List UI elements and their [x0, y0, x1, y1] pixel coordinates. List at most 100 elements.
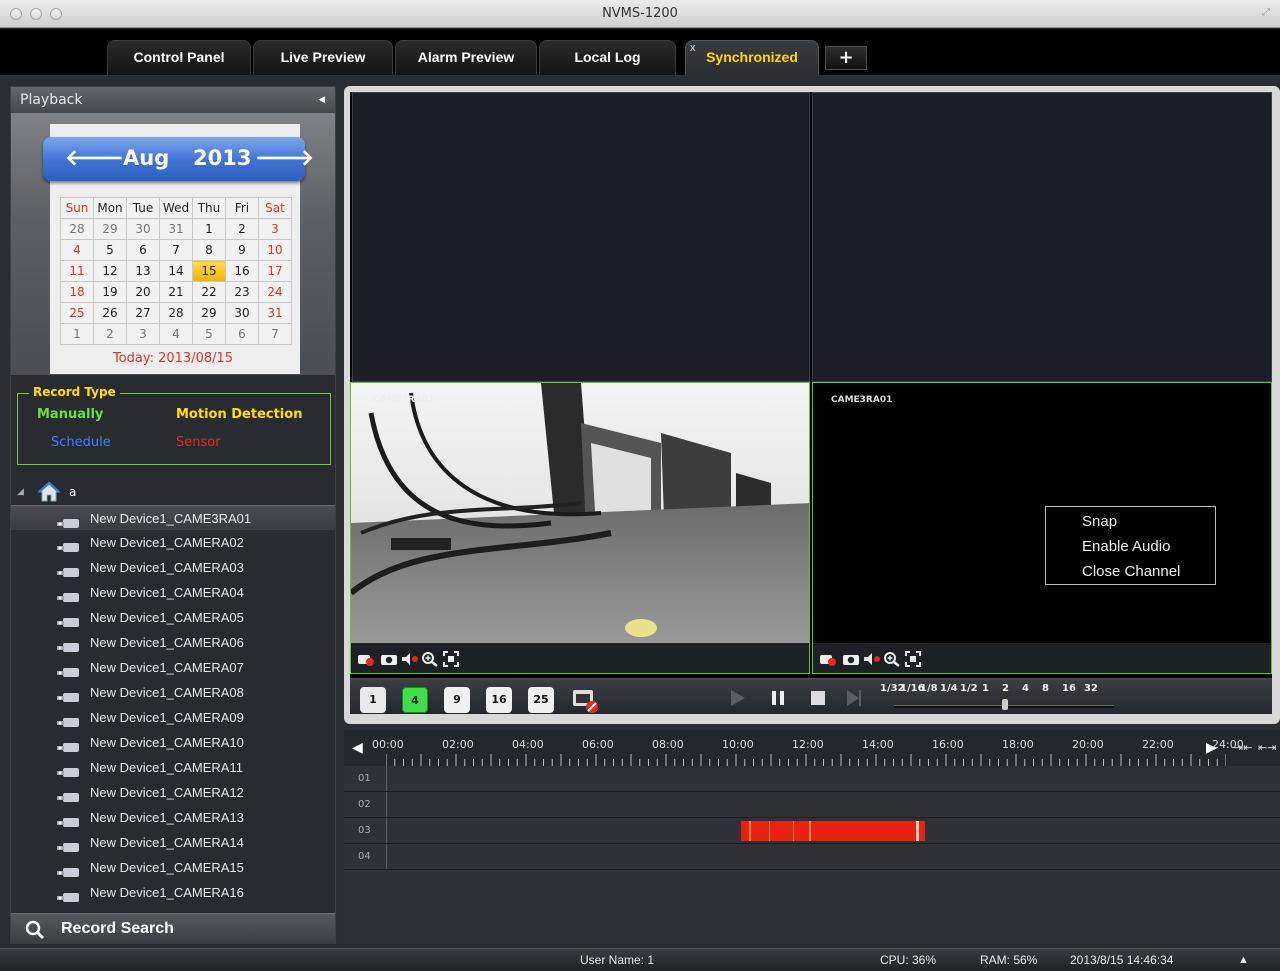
device-list-item[interactable]: New Device1_CAMERA06 — [11, 630, 335, 655]
layout-25-button[interactable]: 25 — [528, 687, 554, 713]
tab-synchronized[interactable]: x Synchronized — [685, 40, 819, 75]
speed-label[interactable]: 8 — [1042, 683, 1049, 694]
device-list-item[interactable]: New Device1_CAMERA04 — [11, 580, 335, 605]
pause-icon[interactable] — [770, 689, 786, 711]
calendar-day[interactable]: 30 — [225, 302, 259, 324]
close-all-channels-icon[interactable] — [570, 687, 598, 713]
device-list-item[interactable]: New Device1_CAMERA10 — [11, 730, 335, 755]
speed-label[interactable]: 2 — [1002, 683, 1009, 694]
device-list-item[interactable]: New Device1_CAMERA05 — [11, 605, 335, 630]
timeline-track[interactable] — [386, 766, 1280, 791]
speed-label[interactable]: 16 — [1062, 683, 1076, 694]
calendar-day[interactable]: 18 — [60, 281, 94, 303]
device-tree-root[interactable]: ◢ a — [11, 481, 335, 505]
calendar-day[interactable]: 13 — [126, 260, 160, 282]
speed-label[interactable]: 32 — [1084, 683, 1098, 694]
stop-icon[interactable] — [810, 690, 826, 710]
layout-16-button[interactable]: 16 — [486, 687, 512, 713]
collapse-left-icon[interactable]: ◀ — [318, 87, 325, 113]
speed-label[interactable]: 4 — [1022, 683, 1029, 694]
calendar-day[interactable]: 21 — [159, 281, 193, 303]
audio-mute-icon[interactable] — [401, 651, 419, 670]
timeline-axis[interactable]: ◀ 00:00 02:00 04:00 06:00 08:00 10:00 12:00 14:… — [344, 730, 1280, 766]
layout-4-button[interactable]: 4 — [402, 687, 428, 713]
speed-label[interactable]: 1/4 — [940, 683, 958, 694]
timeline-track[interactable] — [386, 792, 1280, 817]
device-list-item[interactable]: New Device1_CAMERA16 — [11, 880, 335, 905]
calendar-day[interactable]: 17 — [258, 260, 292, 282]
device-list-item[interactable]: New Device1_CAMERA14 — [11, 830, 335, 855]
close-tab-icon[interactable]: x — [690, 32, 696, 64]
record-off-icon[interactable] — [357, 651, 375, 670]
zoom-in-timeline-icon[interactable]: ⇥⇤ — [1234, 741, 1252, 754]
zoom-icon[interactable] — [421, 651, 439, 671]
calendar-day[interactable]: 25 — [60, 302, 94, 324]
calendar-day[interactable]: 23 — [225, 281, 259, 303]
speed-label[interactable]: 1/8 — [920, 683, 938, 694]
calendar-day[interactable]: 8 — [192, 239, 226, 261]
calendar-day[interactable]: 16 — [225, 260, 259, 282]
device-list-item[interactable]: New Device1_CAMERA11 — [11, 755, 335, 780]
snapshot-icon[interactable] — [842, 651, 860, 670]
calendar-day[interactable]: 31 — [258, 302, 292, 324]
tab-alarm-preview[interactable]: Alarm Preview — [395, 40, 537, 75]
calendar-day[interactable]: 7 — [258, 323, 292, 345]
calendar-day[interactable]: 1 — [60, 323, 94, 345]
calendar-day[interactable]: 15 — [192, 260, 226, 282]
calendar-day[interactable]: 5 — [192, 323, 226, 345]
fullscreen-cell-icon[interactable] — [443, 651, 459, 671]
video-cell-2[interactable] — [812, 92, 1272, 382]
timeline-row[interactable]: 04 — [344, 844, 1280, 870]
calendar-day[interactable]: 7 — [159, 239, 193, 261]
layout-1-button[interactable]: 1 — [360, 687, 386, 713]
device-list-item[interactable]: New Device1_CAMERA12 — [11, 780, 335, 805]
timeline-next-icon[interactable]: ▶ — [1206, 740, 1217, 756]
device-list-item[interactable]: New Device1_CAMERA03 — [11, 555, 335, 580]
calendar-day[interactable]: 12 — [93, 260, 127, 282]
calendar-day[interactable]: 19 — [93, 281, 127, 303]
video-cell-3[interactable]: CAME3RA01 — [350, 382, 810, 674]
calendar-day[interactable]: 27 — [126, 302, 160, 324]
timeline-row[interactable]: 03 — [344, 818, 1280, 844]
menu-item-enable-audio[interactable]: Enable Audio — [1082, 538, 1170, 555]
calendar-day[interactable]: 3 — [126, 323, 160, 345]
tab-local-log[interactable]: Local Log — [539, 40, 676, 75]
device-list-item[interactable]: New Device1_CAMERA02 — [11, 530, 335, 555]
menu-item-snap[interactable]: Snap — [1082, 513, 1117, 530]
calendar-day[interactable]: 5 — [93, 239, 127, 261]
calendar-day[interactable]: 28 — [159, 302, 193, 324]
calendar-day[interactable]: 4 — [159, 323, 193, 345]
calendar-day[interactable]: 6 — [225, 323, 259, 345]
calendar-today[interactable]: Today: 2013/08/15 — [11, 351, 335, 366]
speed-label[interactable]: 1/2 — [960, 683, 978, 694]
timeline-track[interactable] — [386, 818, 1280, 843]
tab-control-panel[interactable]: Control Panel — [107, 40, 251, 75]
record-search-button[interactable]: Record Search — [11, 913, 335, 944]
snapshot-icon[interactable] — [380, 651, 398, 670]
device-list-item[interactable]: New Device1_CAME3RA01 — [11, 505, 335, 530]
calendar-day[interactable]: 29 — [93, 218, 127, 240]
timeline-row[interactable]: 02 — [344, 792, 1280, 818]
calendar-day[interactable]: 11 — [60, 260, 94, 282]
calendar-day[interactable]: 10 — [258, 239, 292, 261]
calendar-day[interactable]: 6 — [126, 239, 160, 261]
calendar-day[interactable]: 9 — [225, 239, 259, 261]
status-expand-icon[interactable]: ▲ — [1238, 949, 1249, 971]
step-forward-icon[interactable] — [846, 689, 862, 711]
video-cell-1[interactable] — [352, 92, 810, 382]
prev-month-arrow-icon[interactable]: 🡐 — [65, 145, 124, 171]
device-list-item[interactable]: New Device1_CAMERA07 — [11, 655, 335, 680]
calendar-day[interactable]: 20 — [126, 281, 160, 303]
calendar-day[interactable]: 29 — [192, 302, 226, 324]
device-list-item[interactable]: New Device1_CAMERA09 — [11, 705, 335, 730]
device-list-item[interactable]: New Device1_CAMERA13 — [11, 805, 335, 830]
calendar-day[interactable]: 28 — [60, 218, 94, 240]
record-off-icon[interactable] — [819, 651, 837, 670]
calendar-day[interactable]: 14 — [159, 260, 193, 282]
zoom-icon[interactable] — [883, 651, 901, 671]
calendar-day[interactable]: 26 — [93, 302, 127, 324]
calendar-day[interactable]: 4 — [60, 239, 94, 261]
calendar-day[interactable]: 30 — [126, 218, 160, 240]
expand-triangle-icon[interactable]: ◢ — [17, 487, 24, 497]
fullscreen-icon[interactable]: ⤢ — [1262, 7, 1274, 19]
